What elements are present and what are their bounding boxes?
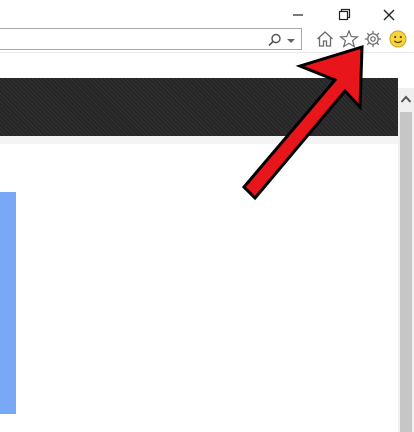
tab-strip-area [0, 53, 414, 78]
title-bar [0, 0, 414, 28]
scroll-up-button[interactable] [398, 88, 414, 110]
site-header-band [0, 78, 398, 136]
restore-icon [338, 8, 351, 21]
address-bar[interactable] [0, 28, 302, 50]
blue-sidebar-block [0, 192, 16, 414]
page-content [0, 136, 398, 432]
minimize-icon [293, 14, 303, 16]
close-icon [383, 9, 395, 21]
star-icon[interactable] [339, 29, 359, 49]
header-shadow-strip [0, 136, 398, 144]
smiley-icon[interactable] [388, 29, 408, 49]
home-icon[interactable] [315, 29, 335, 49]
restore-button[interactable] [329, 2, 357, 26]
browser-toolbar [0, 28, 414, 52]
close-button[interactable] [375, 2, 403, 26]
gear-icon[interactable] [363, 29, 383, 49]
scrollbar-thumb[interactable] [400, 112, 412, 432]
chevron-down-icon[interactable] [285, 33, 297, 47]
minimize-button[interactable] [284, 2, 312, 26]
search-icon[interactable] [267, 32, 283, 48]
chevron-up-icon [400, 95, 412, 103]
